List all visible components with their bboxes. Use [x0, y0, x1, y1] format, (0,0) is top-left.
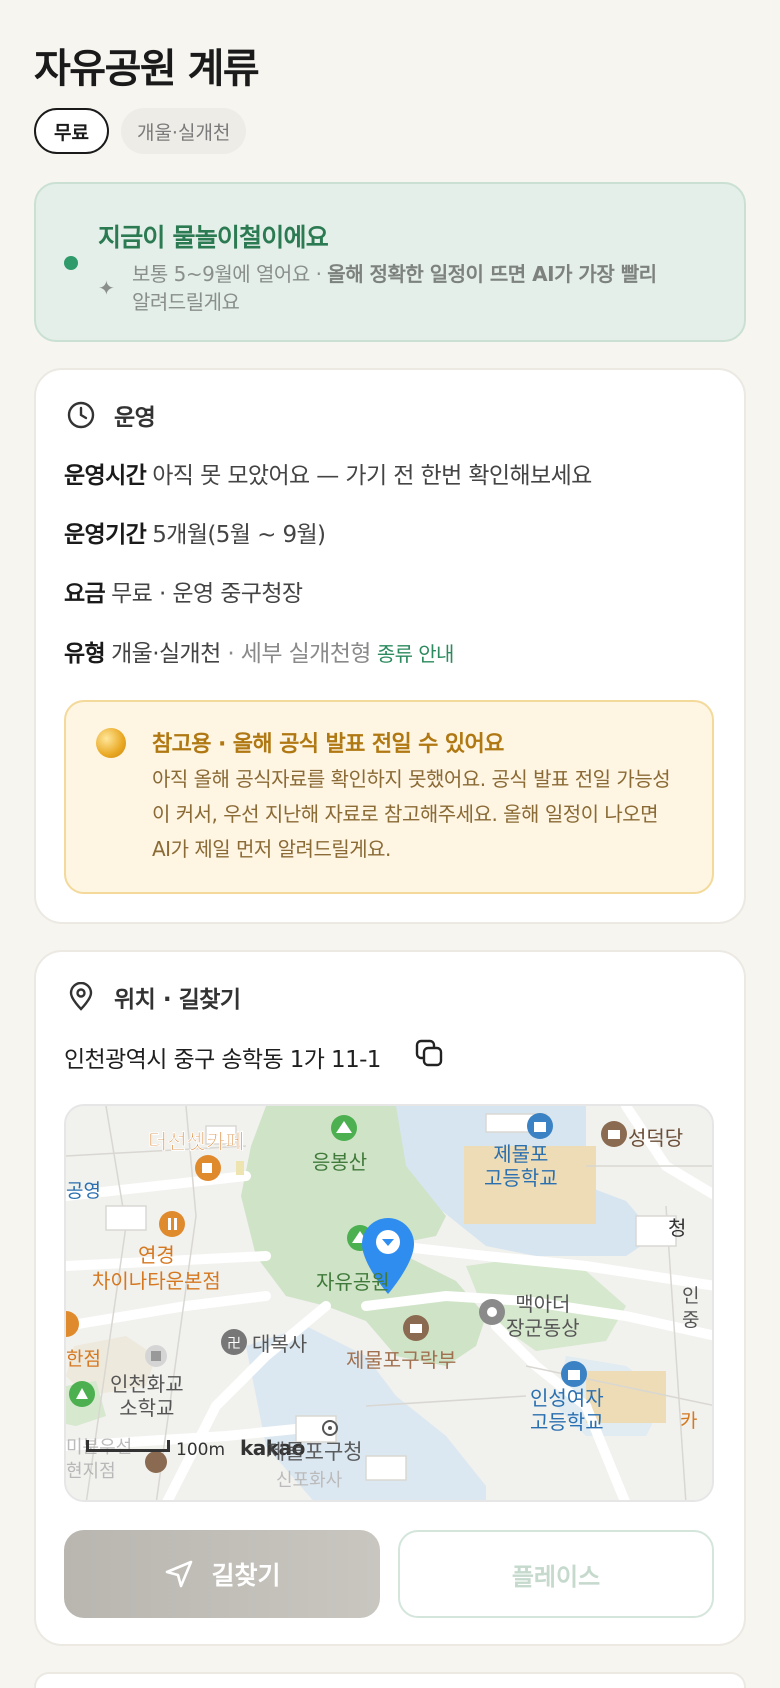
map-label-school2-line2: 소학교 — [119, 1396, 175, 1420]
map-label-statue-line2: 장군동상 — [506, 1316, 580, 1340]
fee-value: 무료 · 운영 중구청장 — [111, 581, 303, 607]
map-label-right-edge-line2: 중 — [682, 1309, 700, 1331]
map-label-restaurant: 연경 차이나타운본점 — [92, 1242, 221, 1294]
map-label-hanjeom: 한점 — [66, 1348, 101, 1370]
next-card-edge — [34, 1672, 746, 1688]
map-label-daeboksa: 대복사 — [252, 1332, 308, 1356]
map-view[interactable]: 卍 더선셋카페 응봉산 제물포 고등학교 성덕당 공영 청 연경 차이나타운본점 자… — [64, 1104, 714, 1502]
fee-key: 요금 — [64, 581, 106, 607]
copy-icon[interactable] — [414, 1038, 444, 1068]
map-label-school2: 인천화교 소학교 — [110, 1372, 184, 1420]
location-card: 위치 · 길찾기 인천광역시 중구 송학동 1가 11-1 卍 더선셋카페 응봉… — [34, 950, 746, 1646]
season-subtext: 보통 5~9월에 열어요 · 올해 정확한 일정이 뜨면 AI가 가장 빨리알려… — [132, 260, 732, 316]
map-label-school1: 제물포 고등학교 — [484, 1142, 558, 1190]
map-label-statue-line1: 맥아더 — [515, 1292, 571, 1316]
period-value: 5개월(5월 ~ 9월) — [152, 522, 326, 548]
map-label-bottom-left-line2: 현지점 — [66, 1461, 116, 1482]
coin-icon — [96, 728, 126, 758]
map-label-school1-line1: 제물포 — [493, 1142, 549, 1166]
hours-key: 운영시간 — [64, 463, 147, 489]
directions-button[interactable]: 길찾기 — [64, 1530, 380, 1618]
notice-body: 아직 올해 공식자료를 확인하지 못했어요. 공식 발표 전일 가능성이 커서,… — [152, 767, 671, 861]
map-label-school3-line1: 인성여자 — [530, 1386, 604, 1410]
svg-text:卍: 卍 — [227, 1336, 241, 1352]
map-label-restaurant-line2: 차이나타운본점 — [92, 1269, 221, 1293]
type-guide-link[interactable]: 종류 안내 — [377, 642, 455, 666]
map-label-school3-line2: 고등학교 — [530, 1410, 604, 1434]
season-headline: 지금이 물놀이철이에요 — [98, 223, 329, 252]
period-key: 운영기간 — [64, 522, 147, 548]
season-sub-tail: 알려드릴게요 — [132, 290, 240, 314]
map-label-restaurant-line1: 연경 — [138, 1243, 175, 1267]
navigation-arrow-icon — [166, 1560, 193, 1588]
operation-header: 운영 — [66, 398, 156, 432]
map-scale-bar — [86, 1440, 170, 1452]
notice-title: 참고용 · 올해 공식 발표 전일 수 있어요 — [152, 732, 504, 757]
fee-row: 요금 무료 · 운영 중구청장 — [64, 574, 303, 608]
type-value: 개울·실개천 — [111, 641, 221, 667]
location-pin-icon — [69, 982, 93, 1011]
map-label-school2-line1: 인천화교 — [110, 1372, 184, 1396]
type-row: 유형 개울·실개천 · 세부 실개천형 종류 안내 — [64, 634, 454, 668]
reference-notice: 참고용 · 올해 공식 발표 전일 수 있어요 아직 올해 공식자료를 확인하지… — [64, 700, 714, 894]
tag-chips: 무료 개울·실개천 — [34, 108, 247, 154]
map-label-club: 제물포구락부 — [346, 1348, 457, 1372]
season-banner: 지금이 물놀이철이에요 ✦ 보통 5~9월에 열어요 · 올해 정확한 일정이 … — [34, 182, 746, 342]
chip-type[interactable]: 개울·실개천 — [120, 108, 247, 154]
operation-card: 운영 운영시간 아직 못 모았어요 — 가기 전 한번 확인해보세요 운영기간 5개… — [34, 368, 746, 924]
map-label-cafe: 더선셋카페 — [148, 1130, 245, 1154]
directions-label: 길찾기 — [211, 1561, 281, 1590]
clock-icon — [67, 401, 95, 429]
sparkle-icon: ✦ — [98, 276, 115, 300]
place-button[interactable]: 플레이스 — [398, 1530, 714, 1618]
hours-row: 운영시간 아직 못 모았어요 — 가기 전 한번 확인해보세요 — [64, 456, 592, 490]
map-label-park: 자유공원 — [316, 1270, 390, 1294]
page-title: 자유공원 계류 — [34, 46, 260, 92]
map-label-school1-line2: 고등학교 — [484, 1166, 558, 1190]
operation-label: 운영 — [114, 405, 156, 431]
map-label-mountain: 응봉산 — [312, 1150, 368, 1174]
location-label: 위치 · 길찾기 — [114, 987, 241, 1013]
map-label-school3: 인성여자 고등학교 — [530, 1386, 604, 1434]
map-label-cheong: 청 — [668, 1216, 687, 1240]
map-label-gucheong: 제물포구청 — [266, 1440, 363, 1464]
hours-value: 아직 못 모았어요 — 가기 전 한번 확인해보세요 — [152, 463, 592, 489]
period-row: 운영기간 5개월(5월 ~ 9월) — [64, 515, 326, 549]
map-label-right-edge-line1: 인 — [682, 1285, 700, 1307]
type-detail: · 세부 실개천형 — [220, 641, 371, 667]
chip-free[interactable]: 무료 — [34, 108, 109, 154]
season-sub-bold: 올해 정확한 일정이 뜨면 AI가 가장 빨리 — [327, 262, 657, 286]
page: 자유공원 계류 무료 개울·실개천 지금이 물놀이철이에요 ✦ 보통 5~9월에… — [0, 0, 780, 1688]
map-label-gongyeong: 공영 — [66, 1180, 101, 1202]
map-label-bottom-mid: 신포화사 — [276, 1470, 343, 1491]
status-dot-icon — [64, 256, 78, 270]
map-label-statue: 맥아더 장군동상 — [506, 1292, 580, 1340]
map-label-seongdeok: 성덕당 — [628, 1126, 684, 1150]
map-label-ka: 카 — [680, 1410, 698, 1432]
location-header: 위치 · 길찾기 — [66, 980, 241, 1014]
map-scale-label: 100m — [176, 1440, 226, 1460]
season-sub-plain: 보통 5~9월에 열어요 · — [132, 262, 328, 286]
map-label-right-edge: 인중 — [682, 1284, 699, 1332]
type-key: 유형 — [64, 641, 106, 667]
address-text: 인천광역시 중구 송학동 1가 11-1 — [64, 1047, 381, 1073]
